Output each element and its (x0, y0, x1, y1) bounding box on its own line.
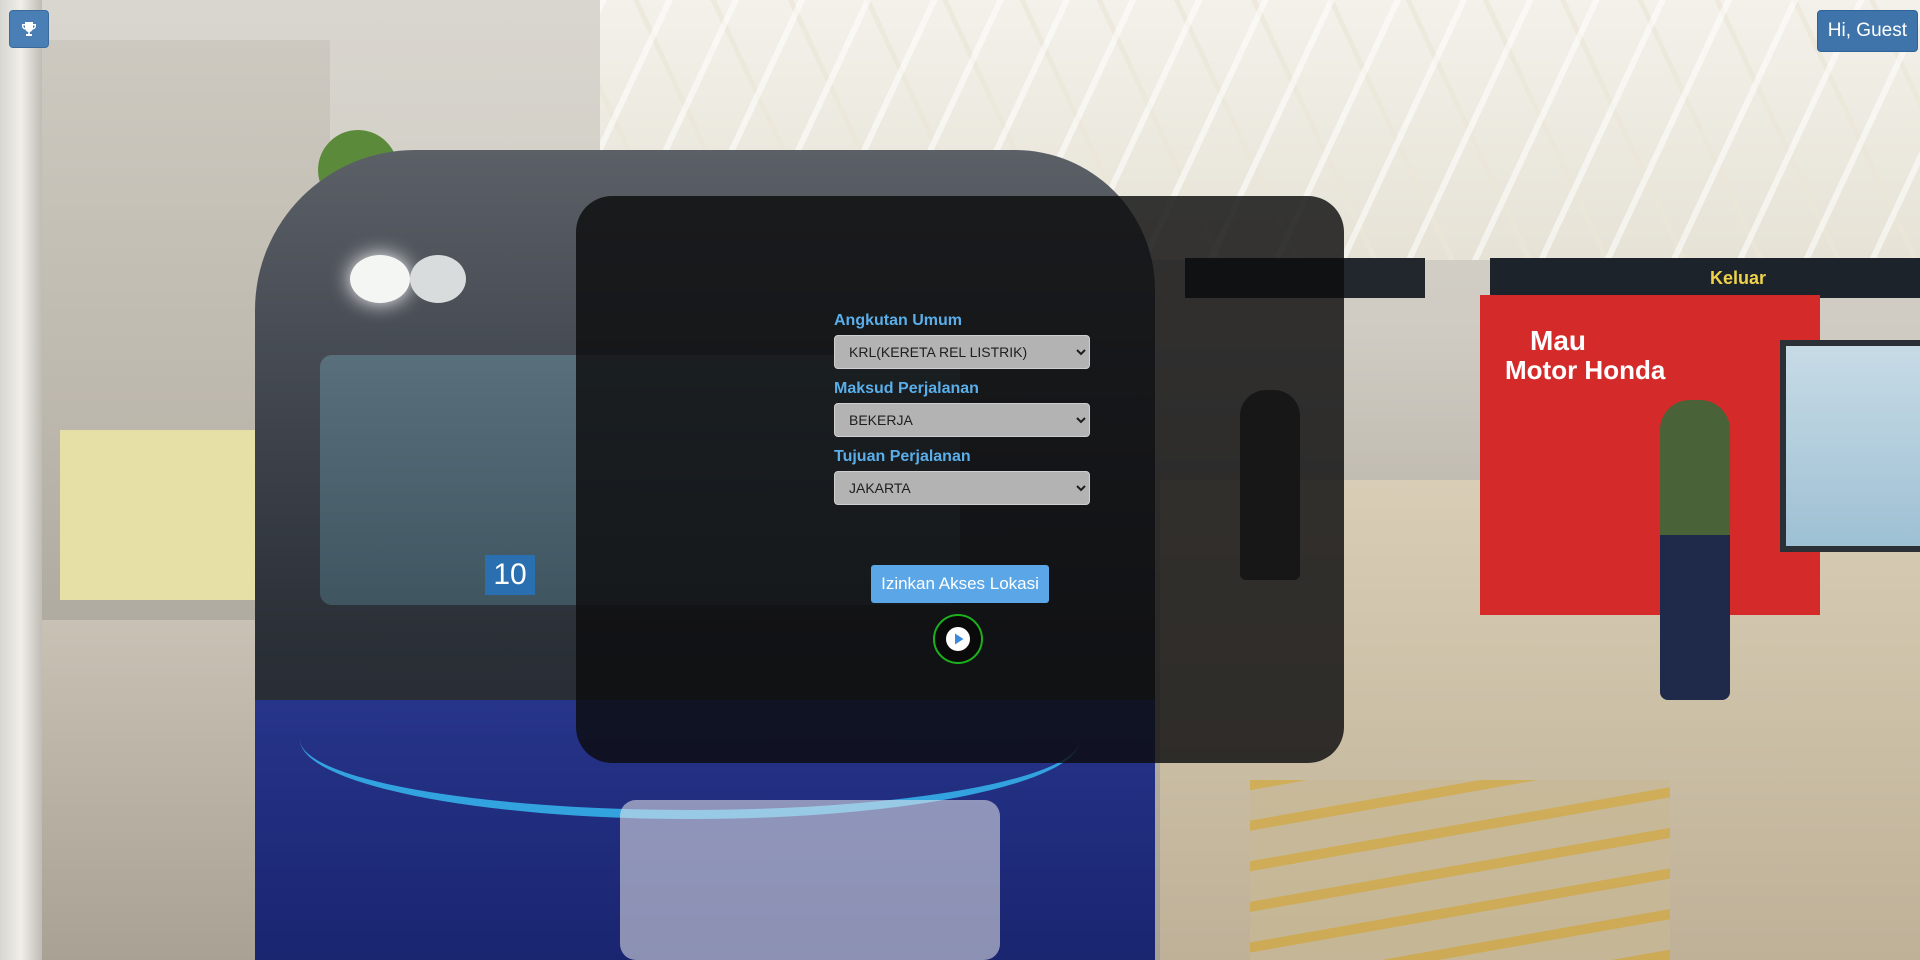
pole (0, 0, 42, 960)
train-headlight (350, 255, 410, 303)
trophy-icon (22, 22, 36, 36)
advertisement-text-1: Mau (1530, 325, 1586, 356)
allow-location-button[interactable]: Izinkan Akses Lokasi (871, 565, 1049, 603)
passenger-figure (1660, 400, 1730, 700)
transport-label: Angkutan Umum (834, 312, 962, 329)
concrete-wall (40, 620, 280, 960)
advertisement-text-2: Motor Honda (1505, 355, 1666, 385)
destination-select[interactable]: JAKARTA (834, 471, 1090, 505)
transport-field: Angkutan Umum KRL(KERETA REL LISTRIK) (834, 312, 1094, 369)
building-facade (60, 430, 260, 600)
purpose-select[interactable]: BEKERJA (834, 403, 1090, 437)
user-greeting-button[interactable]: Hi, Guest (1816, 10, 1918, 52)
purpose-label: Maksud Perjalanan (834, 380, 979, 397)
train-number: 10 (485, 555, 535, 595)
leaderboard-button[interactable] (9, 10, 49, 48)
map-board (1780, 340, 1920, 552)
platform-tactile-strip (1250, 780, 1670, 960)
destination-field: Tujuan Perjalanan JAKARTA (834, 448, 1094, 505)
foreground-gate (620, 800, 1000, 960)
transport-select[interactable]: KRL(KERETA REL LISTRIK) (834, 335, 1090, 369)
play-button[interactable] (933, 614, 983, 664)
train-headlight (410, 255, 466, 303)
destination-label: Tujuan Perjalanan (834, 448, 971, 465)
purpose-field: Maksud Perjalanan BEKERJA (834, 380, 1094, 437)
exit-sign-text: Keluar (1710, 268, 1767, 288)
trip-form: Angkutan Umum KRL(KERETA REL LISTRIK) Ma… (834, 312, 1094, 516)
exit-sign-board (1490, 258, 1920, 298)
play-icon (946, 627, 970, 651)
